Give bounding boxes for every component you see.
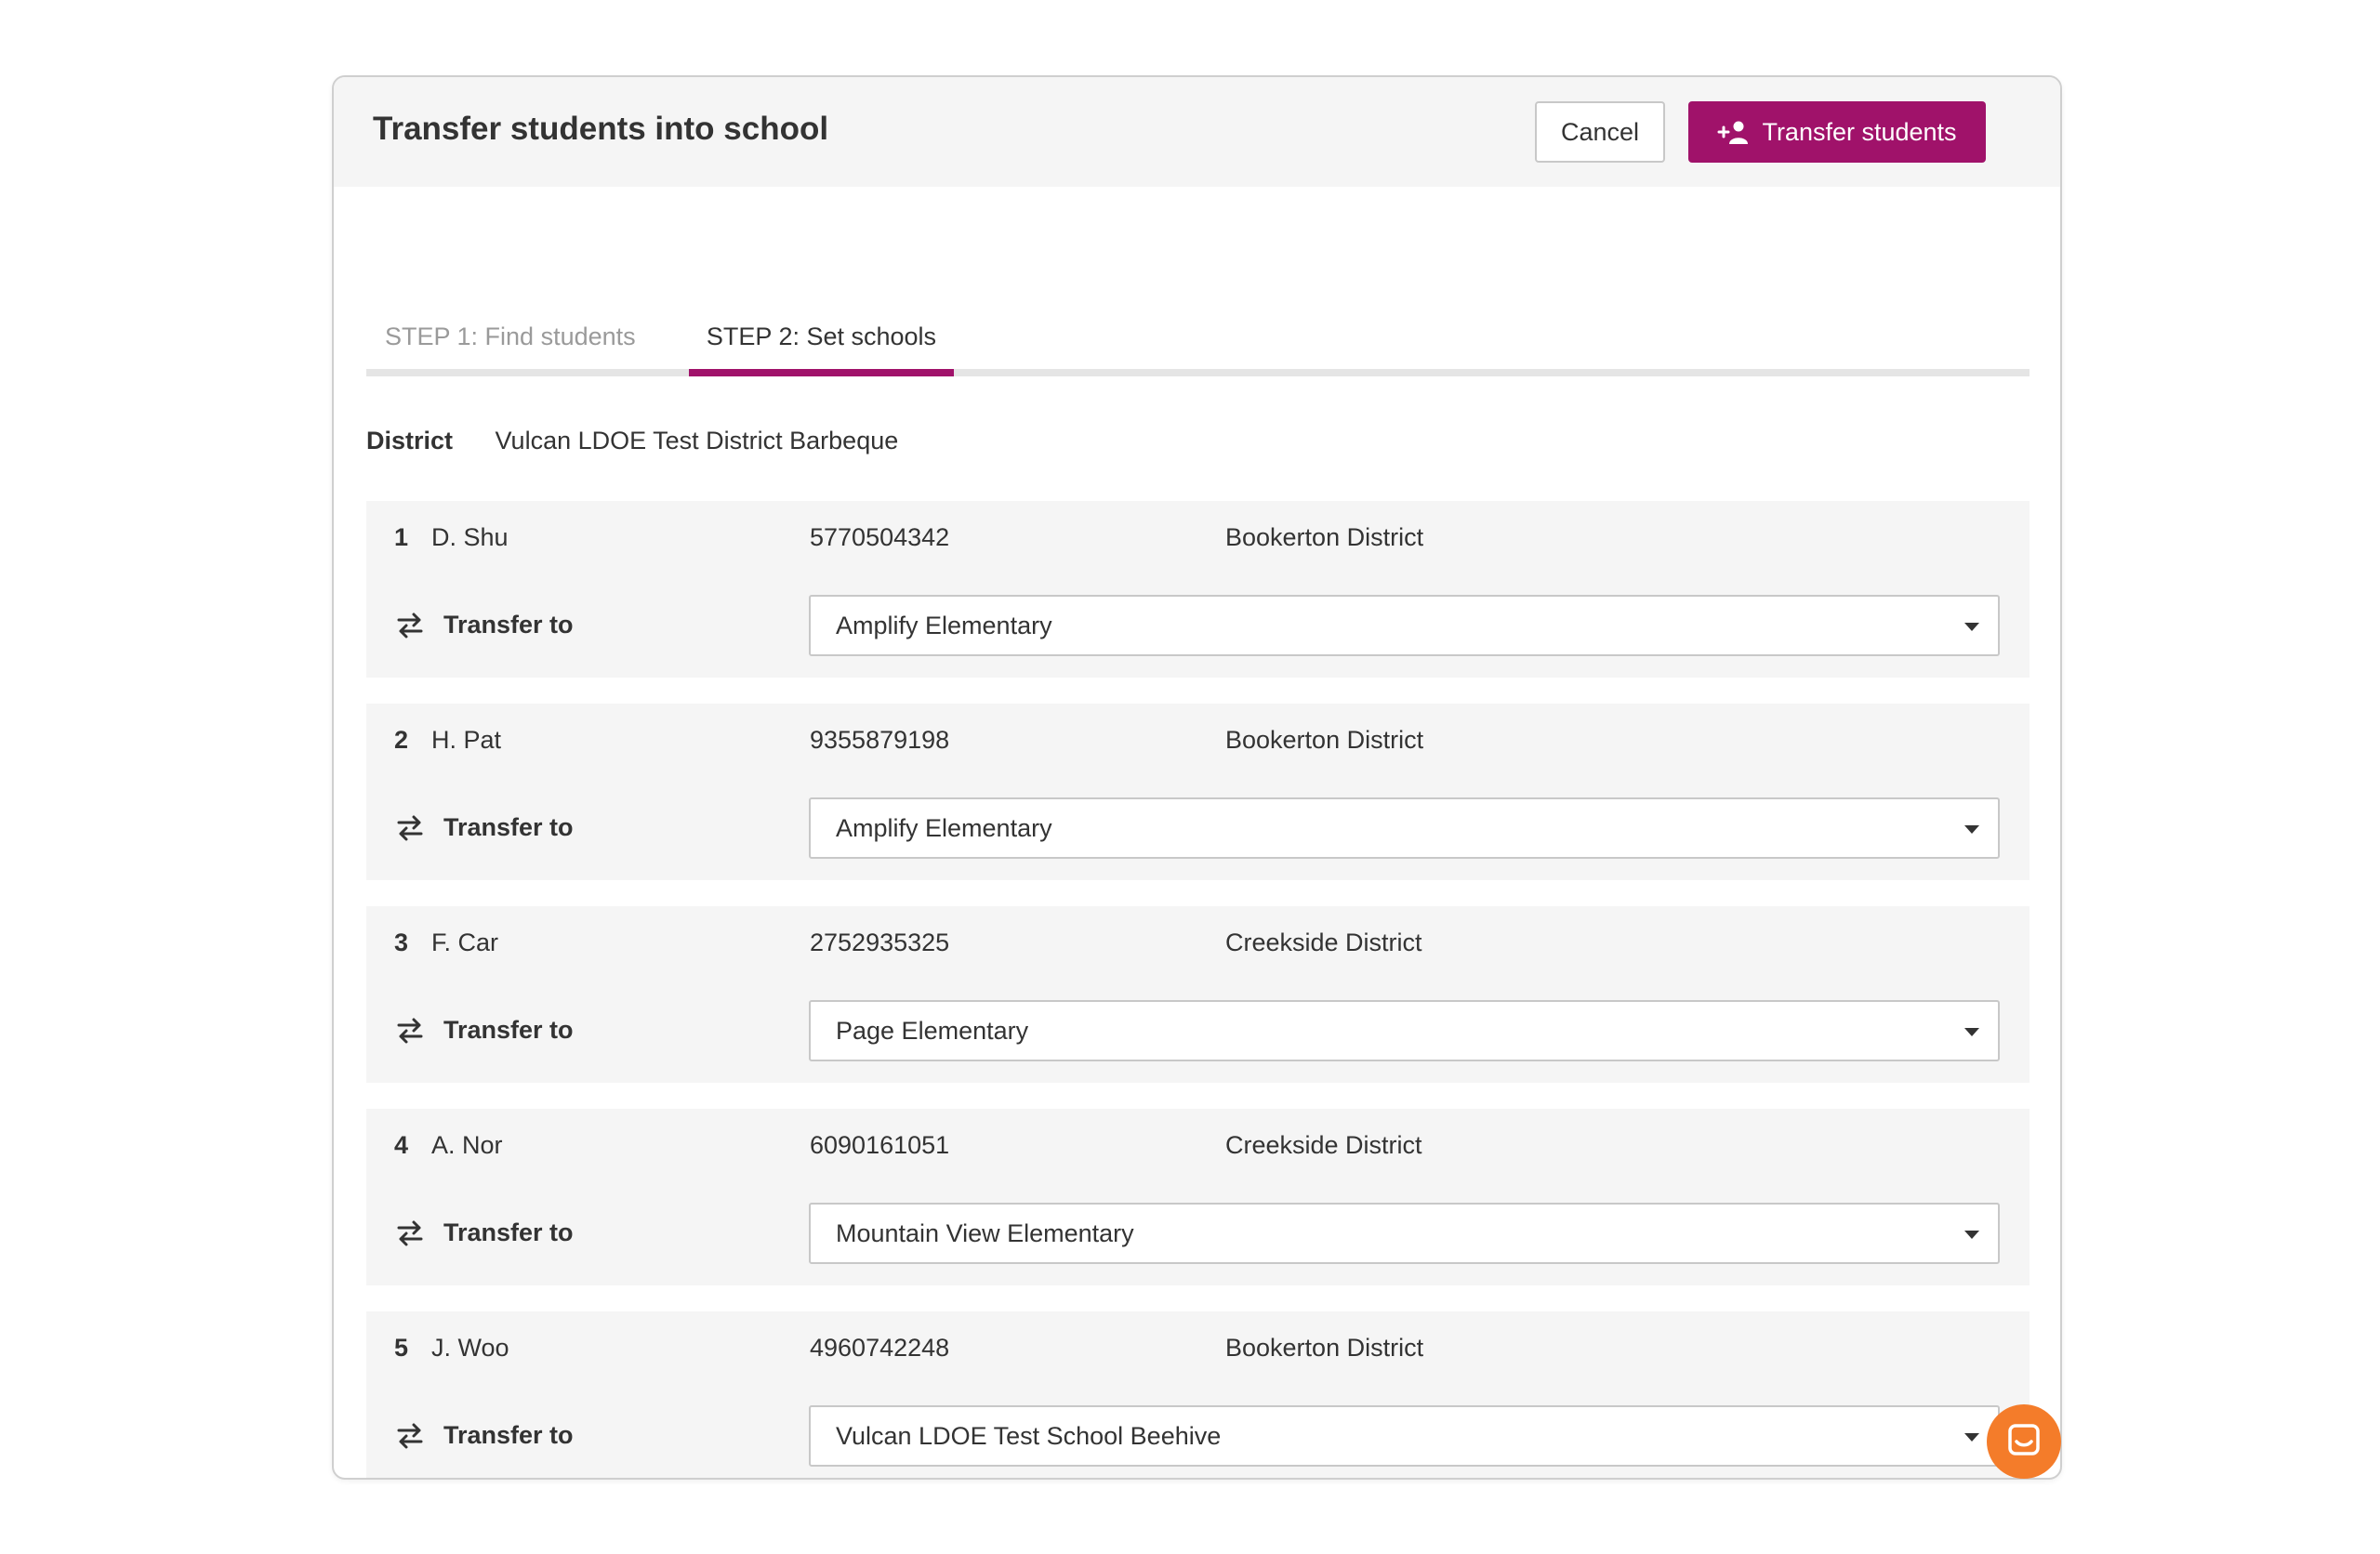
student-name: J. Woo (431, 1334, 509, 1362)
transfer-modal: Transfer students into school Cancel Tra… (332, 75, 2062, 1480)
modal-header: Transfer students into school Cancel Tra… (334, 77, 2060, 187)
modal-title: Transfer students into school (373, 111, 829, 147)
row-number: 1 (394, 523, 409, 551)
student-id: 2752935325 (810, 928, 950, 956)
student-district: Bookerton District (1225, 523, 1424, 551)
student-list: 1 D. Shu 5770504342 Bookerton District T… (366, 501, 2030, 1478)
school-select-value: Vulcan LDOE Test School Beehive (836, 1422, 1222, 1450)
district-label: District (366, 427, 454, 454)
transfer-to-label: Transfer to (443, 1016, 574, 1044)
student-district: Creekside District (1225, 1131, 1422, 1159)
student-name: H. Pat (431, 726, 502, 754)
cancel-button[interactable]: Cancel (1535, 101, 1665, 163)
student-row: 4 A. Nor 6090161051 Creekside District T… (366, 1109, 2030, 1285)
student-id: 5770504342 (810, 523, 950, 551)
transfer-to-label: Transfer to (443, 1218, 574, 1246)
school-select[interactable]: Page Elementary (809, 1000, 2000, 1061)
student-name: A. Nor (431, 1131, 503, 1159)
school-select[interactable]: Amplify Elementary (809, 797, 2000, 859)
transfer-to-label: Transfer to (443, 1421, 574, 1449)
add-user-icon (1717, 120, 1749, 144)
swap-arrows-icon (395, 1421, 425, 1455)
swap-arrows-icon (395, 611, 425, 645)
district-info: District Vulcan LDOE Test District Barbe… (366, 427, 898, 455)
row-number: 2 (394, 726, 409, 754)
swap-arrows-icon (395, 813, 425, 848)
caret-down-icon (1964, 1231, 1979, 1239)
student-id: 9355879198 (810, 726, 950, 754)
school-select[interactable]: Mountain View Elementary (809, 1203, 2000, 1264)
swap-arrows-icon (395, 1218, 425, 1253)
transfer-to-label: Transfer to (443, 813, 574, 841)
row-number: 4 (394, 1131, 409, 1159)
tab-find-students[interactable]: STEP 1: Find students (385, 323, 636, 376)
row-number: 3 (394, 928, 409, 956)
student-district: Creekside District (1225, 928, 1422, 956)
chat-icon (2005, 1421, 2043, 1463)
transfer-students-button[interactable]: Transfer students (1688, 101, 1986, 163)
school-select[interactable]: Amplify Elementary (809, 595, 2000, 656)
student-district: Bookerton District (1225, 1334, 1424, 1362)
swap-arrows-icon (395, 1016, 425, 1050)
school-select-value: Mountain View Elementary (836, 1219, 1134, 1247)
student-id: 6090161051 (810, 1131, 950, 1159)
transfer-to-label: Transfer to (443, 611, 574, 639)
caret-down-icon (1964, 1028, 1979, 1036)
school-select-value: Page Elementary (836, 1017, 1029, 1045)
school-select-value: Amplify Elementary (836, 612, 1052, 639)
row-number: 5 (394, 1334, 409, 1362)
student-id: 4960742248 (810, 1334, 950, 1362)
step-tabs: STEP 1: Find students STEP 2: Set school… (366, 296, 2030, 376)
school-select-value: Amplify Elementary (836, 814, 1052, 842)
transfer-students-label: Transfer students (1762, 117, 1957, 146)
caret-down-icon (1964, 623, 1979, 631)
student-row: 2 H. Pat 9355879198 Bookerton District T… (366, 704, 2030, 880)
student-name: D. Shu (431, 523, 509, 551)
tab-set-schools[interactable]: STEP 2: Set schools (689, 323, 954, 376)
student-row: 3 F. Car 2752935325 Creekside District T… (366, 906, 2030, 1083)
district-value: Vulcan LDOE Test District Barbeque (495, 427, 899, 454)
student-row: 5 J. Woo 4960742248 Bookerton District T… (366, 1311, 2030, 1478)
school-select[interactable]: Vulcan LDOE Test School Beehive (809, 1405, 2000, 1467)
caret-down-icon (1964, 1433, 1979, 1442)
student-district: Bookerton District (1225, 726, 1424, 754)
chat-launcher-button[interactable] (1987, 1404, 2061, 1479)
student-name: F. Car (431, 928, 499, 956)
student-row: 1 D. Shu 5770504342 Bookerton District T… (366, 501, 2030, 678)
caret-down-icon (1964, 825, 1979, 834)
